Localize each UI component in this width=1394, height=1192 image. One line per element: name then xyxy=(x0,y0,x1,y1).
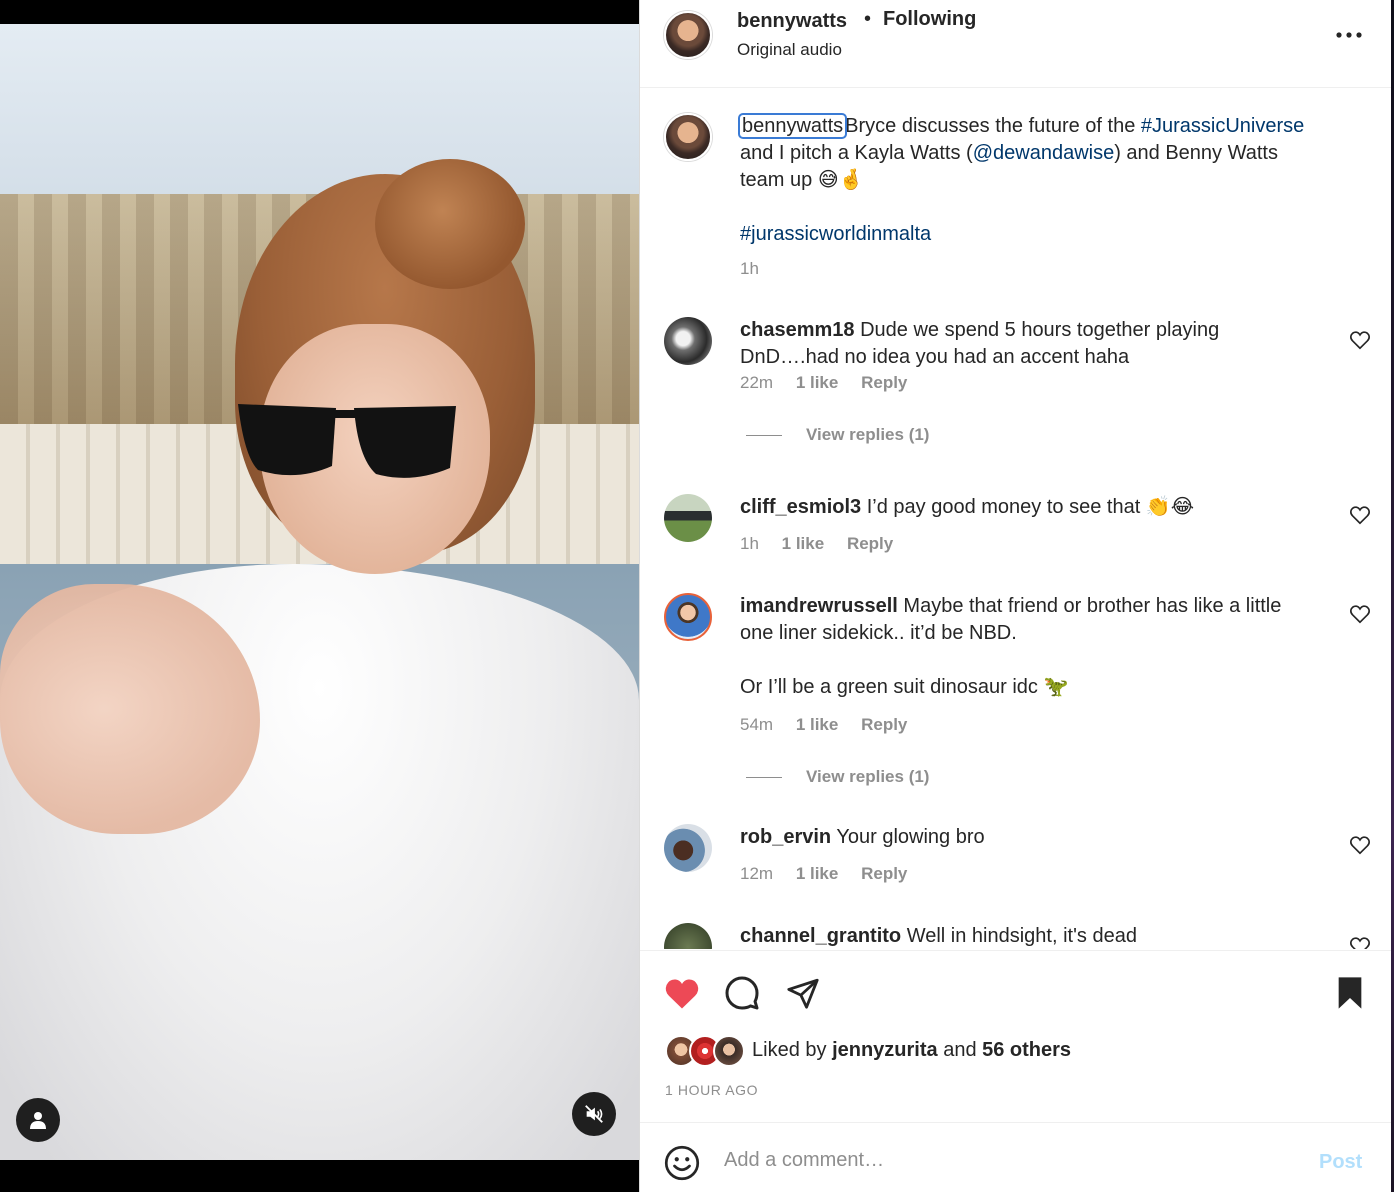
heart-filled-icon xyxy=(665,979,699,1009)
caption-meta: 1h xyxy=(740,259,777,279)
commenter-username[interactable]: chasemm18 xyxy=(740,319,855,341)
liked-by-and: and xyxy=(937,1039,983,1061)
save-button[interactable] xyxy=(1330,973,1370,1013)
comment-like-heart-icon[interactable] xyxy=(1349,935,1371,949)
view-replies-label: View replies (1) xyxy=(806,767,930,786)
comment-likes[interactable]: 1 like xyxy=(796,373,839,392)
author-avatar[interactable] xyxy=(664,11,712,59)
reply-button[interactable]: Reply xyxy=(861,864,907,883)
comment-like-heart-icon[interactable] xyxy=(1349,603,1371,625)
comment-text: imandrewrussell Maybe that friend or bro… xyxy=(740,593,1320,701)
comment-meta: 1h 1 like Reply xyxy=(740,534,911,554)
commenter-username[interactable]: rob_ervin xyxy=(740,826,831,848)
comment-button[interactable] xyxy=(722,973,762,1013)
post-header: bennywatts • Following Original audio xyxy=(640,0,1392,88)
caption-text-part: Bryce discusses the future of the xyxy=(845,115,1141,137)
comment-like-heart-icon[interactable] xyxy=(1349,329,1371,351)
mute-toggle-button[interactable] xyxy=(572,1092,616,1136)
comment-composer: Post xyxy=(640,1122,1392,1192)
comments-list[interactable]: bennywatts Bryce discusses the future of … xyxy=(640,89,1392,949)
view-replies-label: View replies (1) xyxy=(806,425,930,444)
reply-button[interactable]: Reply xyxy=(861,715,907,734)
audio-link[interactable]: Original audio xyxy=(737,40,842,60)
view-replies-button[interactable]: View replies (1) xyxy=(746,767,929,787)
commenter-username[interactable]: cliff_esmiol3 xyxy=(740,496,861,518)
hashtag-link[interactable]: #JurassicUniverse xyxy=(1141,115,1304,137)
comment-body: Well in hindsight, it's dead xyxy=(906,925,1137,947)
bookmark-filled-icon xyxy=(1338,977,1362,1009)
commenter-avatar[interactable] xyxy=(664,824,712,872)
video-pane xyxy=(0,0,639,1192)
video-sky xyxy=(0,24,639,214)
liked-by-avatars[interactable] xyxy=(665,1035,745,1067)
comment-time: 22m xyxy=(740,373,774,392)
reply-button[interactable]: Reply xyxy=(847,534,893,553)
caption-time: 1h xyxy=(740,259,759,278)
comment-meta: 54m 1 like Reply xyxy=(740,715,925,735)
mention-link[interactable]: @dewandawise xyxy=(973,142,1115,164)
commenter-avatar[interactable] xyxy=(664,317,712,365)
liked-by-others[interactable]: 56 others xyxy=(982,1039,1071,1061)
user-icon xyxy=(30,1112,46,1129)
post-comment-button[interactable]: Post xyxy=(1319,1151,1362,1174)
commenter-avatar[interactable] xyxy=(664,923,712,949)
comment-like-heart-icon[interactable] xyxy=(1349,834,1371,856)
comment-time: 1h xyxy=(740,534,759,553)
comment-time: 54m xyxy=(740,715,774,734)
comment-body-continued: Or I’ll be a green suit dinosaur idc 🦖 xyxy=(740,676,1069,698)
comment-like-heart-icon[interactable] xyxy=(1349,504,1371,526)
reel-video[interactable] xyxy=(0,24,639,1160)
comment-text: channel_grantito Well in hindsight, it's… xyxy=(740,923,1320,949)
comment-meta: 12m 1 like Reply xyxy=(740,864,925,884)
post-actions: Liked by jennyzurita and 56 others 1 HOU… xyxy=(640,950,1392,1122)
comment-likes[interactable]: 1 like xyxy=(796,864,839,883)
header-separator-dot: • xyxy=(864,8,872,30)
reply-button[interactable]: Reply xyxy=(861,373,907,392)
liked-by-text: Liked by jennyzurita and 56 others xyxy=(752,1039,1071,1062)
view-replies-button[interactable]: View replies (1) xyxy=(746,425,929,445)
hashtag-link[interactable]: #jurassicworldinmalta xyxy=(740,223,931,245)
commenter-username[interactable]: imandrewrussell xyxy=(740,595,898,617)
view-replies-line xyxy=(746,435,782,437)
tagged-users-button[interactable] xyxy=(16,1098,60,1142)
post-timestamp[interactable]: 1 HOUR AGO xyxy=(665,1082,758,1098)
comment-input[interactable] xyxy=(724,1141,1284,1179)
post-side-panel: bennywatts • Following Original audio be… xyxy=(639,0,1392,1192)
like-button[interactable] xyxy=(662,973,702,1013)
caption-username[interactable]: bennywatts xyxy=(737,113,848,139)
liked-by-user[interactable]: jennyzurita xyxy=(832,1039,938,1061)
comment-text: cliff_esmiol3 I’d pay good money to see … xyxy=(740,494,1320,521)
caption-text: bennywatts Bryce discusses the future of … xyxy=(737,113,1320,248)
speaker-muted-icon xyxy=(585,1105,603,1123)
commenter-username[interactable]: channel_grantito xyxy=(740,925,901,947)
comment-meta: 22m 1 like Reply xyxy=(740,373,925,393)
comment-likes[interactable]: 1 like xyxy=(782,534,825,553)
more-horizontal-icon xyxy=(1336,32,1362,38)
following-button[interactable]: Following xyxy=(883,8,976,31)
comment-likes[interactable]: 1 like xyxy=(796,715,839,734)
comment-text: rob_ervin Your glowing bro xyxy=(740,824,1320,851)
paper-plane-icon xyxy=(787,978,819,1009)
comment-body: I’d pay good money to see that 👏😂 xyxy=(866,496,1195,518)
video-person-hair-bun xyxy=(375,159,525,289)
smiley-icon[interactable] xyxy=(664,1145,700,1181)
caption-text-part: and I pitch a Kayla Watts ( xyxy=(740,142,973,164)
comment-text: chasemm18 Dude we spend 5 hours together… xyxy=(740,317,1320,371)
liker-avatar xyxy=(713,1035,745,1067)
caption-avatar[interactable] xyxy=(664,113,712,161)
video-person-sunglasses xyxy=(238,404,456,478)
commenter-avatar[interactable] xyxy=(664,593,712,641)
comment-time: 12m xyxy=(740,864,774,883)
commenter-avatar[interactable] xyxy=(664,494,712,542)
view-replies-line xyxy=(746,777,782,779)
author-username[interactable]: bennywatts xyxy=(737,10,847,33)
comment-body: Your glowing bro xyxy=(836,826,985,848)
share-button[interactable] xyxy=(783,973,823,1013)
more-options-button[interactable] xyxy=(1334,20,1364,50)
comment-icon xyxy=(725,976,759,1010)
liked-by-prefix: Liked by xyxy=(752,1039,833,1061)
